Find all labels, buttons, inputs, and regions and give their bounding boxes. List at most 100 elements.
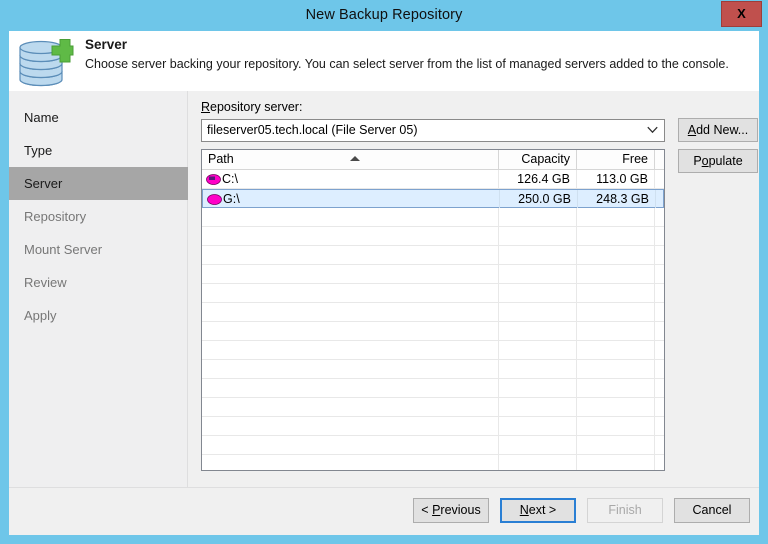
table-row-empty[interactable]: [202, 284, 664, 303]
add-new-button[interactable]: Add New...: [678, 118, 758, 142]
cell-empty: [202, 284, 499, 302]
repository-server-label: Repository server:: [201, 100, 302, 114]
repository-server-label-rest: epository server:: [210, 100, 303, 114]
table-row-empty[interactable]: [202, 436, 664, 455]
window-title: New Backup Repository: [305, 7, 463, 23]
add-new-rest: dd New...: [696, 123, 749, 137]
previous-pre: <: [421, 503, 433, 517]
cell-empty: [499, 208, 577, 226]
cell-empty: [202, 379, 499, 397]
table-row-empty[interactable]: [202, 398, 664, 417]
chevron-down-icon: [647, 126, 658, 134]
cell-empty: [577, 284, 655, 302]
cell-empty: [577, 360, 655, 378]
table-row-empty[interactable]: [202, 455, 664, 470]
cell-empty: [577, 246, 655, 264]
page-title: Server: [85, 37, 128, 52]
cell-filler: [655, 170, 664, 188]
cell-capacity: 250.0 GB: [500, 190, 578, 208]
cell-empty: [202, 303, 499, 321]
table-row-empty[interactable]: [202, 360, 664, 379]
table-row-empty[interactable]: [202, 208, 664, 227]
column-header-capacity[interactable]: Capacity: [499, 150, 577, 169]
cell-empty: [499, 246, 577, 264]
table-row-empty[interactable]: [202, 227, 664, 246]
cell-empty: [499, 227, 577, 245]
cell-empty: [655, 379, 664, 397]
sidebar-item-server[interactable]: Server: [9, 167, 188, 200]
table-row-empty[interactable]: [202, 417, 664, 436]
sort-ascending-icon: [350, 156, 360, 161]
cell-path-text: C:\: [222, 172, 238, 186]
populate-pre: P: [693, 154, 702, 168]
disk-drive-icon: [206, 173, 221, 186]
sidebar-item-type[interactable]: Type: [9, 134, 188, 167]
database-add-icon: [17, 35, 79, 89]
previous-rest: revious: [440, 503, 481, 517]
populate-accel: o: [701, 154, 709, 168]
cell-empty: [655, 227, 664, 245]
cell-empty: [202, 417, 499, 435]
cancel-button[interactable]: Cancel: [674, 498, 750, 523]
paths-table: Path Capacity Free C:\ 126.4 GB 113.0 GB G:…: [201, 149, 665, 471]
column-header-filler: [655, 150, 664, 169]
cell-empty: [577, 379, 655, 397]
next-button[interactable]: Next >: [500, 498, 576, 523]
cell-empty: [655, 398, 664, 416]
table-row-empty[interactable]: [202, 341, 664, 360]
cell-empty: [577, 436, 655, 454]
table-row-empty[interactable]: [202, 379, 664, 398]
next-rest: ext >: [528, 503, 557, 517]
cell-empty: [655, 303, 664, 321]
cell-empty: [202, 360, 499, 378]
cell-empty: [577, 265, 655, 283]
sidebar-item-review[interactable]: Review: [9, 266, 188, 299]
table-header-row: Path Capacity Free: [202, 150, 664, 170]
cell-empty: [655, 341, 664, 359]
cell-empty: [499, 455, 577, 470]
table-row[interactable]: C:\ 126.4 GB 113.0 GB: [202, 170, 664, 189]
cell-empty: [202, 265, 499, 283]
cell-empty: [577, 322, 655, 340]
table-row[interactable]: G:\ 250.0 GB 248.3 GB: [202, 189, 664, 208]
close-button[interactable]: X: [721, 1, 762, 27]
cell-empty: [499, 322, 577, 340]
cell-empty: [499, 303, 577, 321]
previous-button[interactable]: < Previous: [413, 498, 489, 523]
cell-empty: [499, 379, 577, 397]
cell-filler: [656, 190, 664, 208]
column-header-free[interactable]: Free: [577, 150, 655, 169]
cell-empty: [655, 417, 664, 435]
table-row-empty[interactable]: [202, 303, 664, 322]
table-row-empty[interactable]: [202, 322, 664, 341]
table-body: C:\ 126.4 GB 113.0 GB G:\ 250.0 GB 248.3 GB: [202, 170, 664, 470]
cell-empty: [655, 284, 664, 302]
cell-empty: [499, 284, 577, 302]
wizard-steps-sidebar: Name Type Server Repository Mount Server…: [9, 91, 188, 487]
cell-empty: [577, 208, 655, 226]
cell-empty: [202, 246, 499, 264]
populate-button[interactable]: Populate: [678, 149, 758, 173]
cell-empty: [577, 398, 655, 416]
cell-empty: [577, 417, 655, 435]
cell-empty: [655, 246, 664, 264]
table-row-empty[interactable]: [202, 246, 664, 265]
table-row-empty[interactable]: [202, 265, 664, 284]
cell-empty: [202, 208, 499, 226]
next-accel: N: [519, 503, 529, 517]
cell-empty: [499, 360, 577, 378]
cell-path-text: G:\: [223, 192, 240, 206]
populate-rest: pulate: [708, 154, 743, 168]
sidebar-item-name[interactable]: Name: [9, 101, 188, 134]
sidebar-item-mount-server[interactable]: Mount Server: [9, 233, 188, 266]
main-panel: Repository server: fileserver05.tech.loc…: [201, 91, 759, 487]
cell-empty: [499, 341, 577, 359]
wizard-body: Name Type Server Repository Mount Server…: [9, 91, 759, 535]
repository-server-select[interactable]: fileserver05.tech.local (File Server 05): [201, 119, 665, 142]
cell-empty: [202, 322, 499, 340]
sidebar-item-repository[interactable]: Repository: [9, 200, 188, 233]
sidebar-item-apply[interactable]: Apply: [9, 299, 188, 332]
cell-empty: [202, 227, 499, 245]
cell-free: 113.0 GB: [577, 170, 655, 188]
cell-capacity: 126.4 GB: [499, 170, 577, 188]
